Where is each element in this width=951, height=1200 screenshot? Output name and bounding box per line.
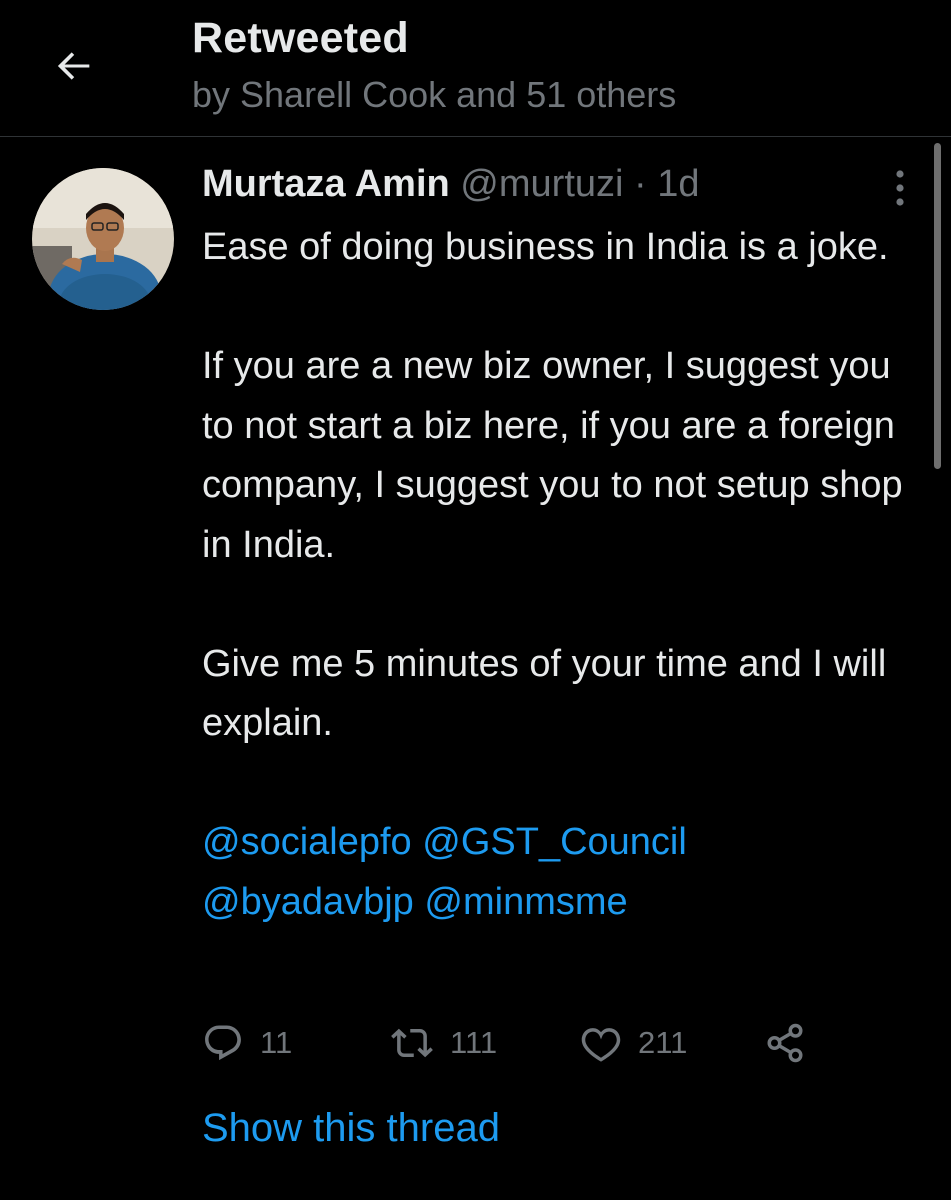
retweet-count: 111 bbox=[450, 1025, 498, 1060]
mention-link[interactable]: @byadavbjp bbox=[202, 881, 414, 923]
retweet-button[interactable]: 111 bbox=[390, 1016, 497, 1070]
mention-link[interactable]: @socialepfo bbox=[202, 821, 412, 863]
tweet-paragraph: Ease of doing business in India is a jok… bbox=[202, 226, 889, 268]
show-thread-link[interactable]: Show this thread bbox=[202, 1106, 500, 1151]
mention-link[interactable]: @GST_Council bbox=[422, 821, 687, 863]
tweet-paragraph: Give me 5 minutes of your time and I wil… bbox=[202, 642, 887, 745]
retweet-icon bbox=[391, 1028, 433, 1058]
tweet-paragraph: If you are a new biz owner, I suggest yo… bbox=[202, 345, 903, 566]
tweet-timestamp[interactable]: 1d bbox=[657, 163, 699, 205]
reply-icon bbox=[205, 1025, 241, 1061]
reply-count: 11 bbox=[260, 1025, 293, 1060]
mentions-block: @socialepfo @GST_Council @byadavbjp @min… bbox=[202, 813, 924, 932]
arrow-left-icon bbox=[57, 52, 90, 80]
page-title: Retweeted bbox=[192, 14, 409, 62]
author-handle[interactable]: @murtuzi bbox=[460, 163, 623, 205]
more-vertical-icon bbox=[896, 170, 904, 206]
avatar-image bbox=[32, 168, 174, 310]
reply-button[interactable]: 11 bbox=[202, 1016, 292, 1070]
avatar[interactable] bbox=[32, 168, 174, 310]
more-options-button[interactable] bbox=[880, 166, 920, 210]
retweeted-by-text[interactable]: by Sharell Cook and 51 others bbox=[192, 74, 676, 116]
tweet-text: Ease of doing business in India is a jok… bbox=[202, 218, 924, 932]
top-bar: Retweeted by Sharell Cook and 51 others bbox=[0, 0, 951, 137]
share-icon bbox=[767, 1023, 803, 1063]
heart-icon bbox=[581, 1028, 621, 1062]
mention-link[interactable]: @minmsme bbox=[424, 881, 627, 923]
like-count: 211 bbox=[638, 1025, 688, 1060]
author-name[interactable]: Murtaza Amin bbox=[202, 163, 450, 205]
tweet-actions: 11 111 211 bbox=[202, 1016, 842, 1070]
back-button[interactable] bbox=[44, 36, 104, 96]
scrollbar-thumb[interactable] bbox=[934, 143, 941, 469]
like-button[interactable]: 211 bbox=[580, 1016, 687, 1070]
separator-dot: · bbox=[634, 163, 647, 205]
share-button[interactable] bbox=[764, 1016, 806, 1070]
tweet-header: Murtaza Amin @murtuzi · 1d bbox=[202, 163, 700, 206]
